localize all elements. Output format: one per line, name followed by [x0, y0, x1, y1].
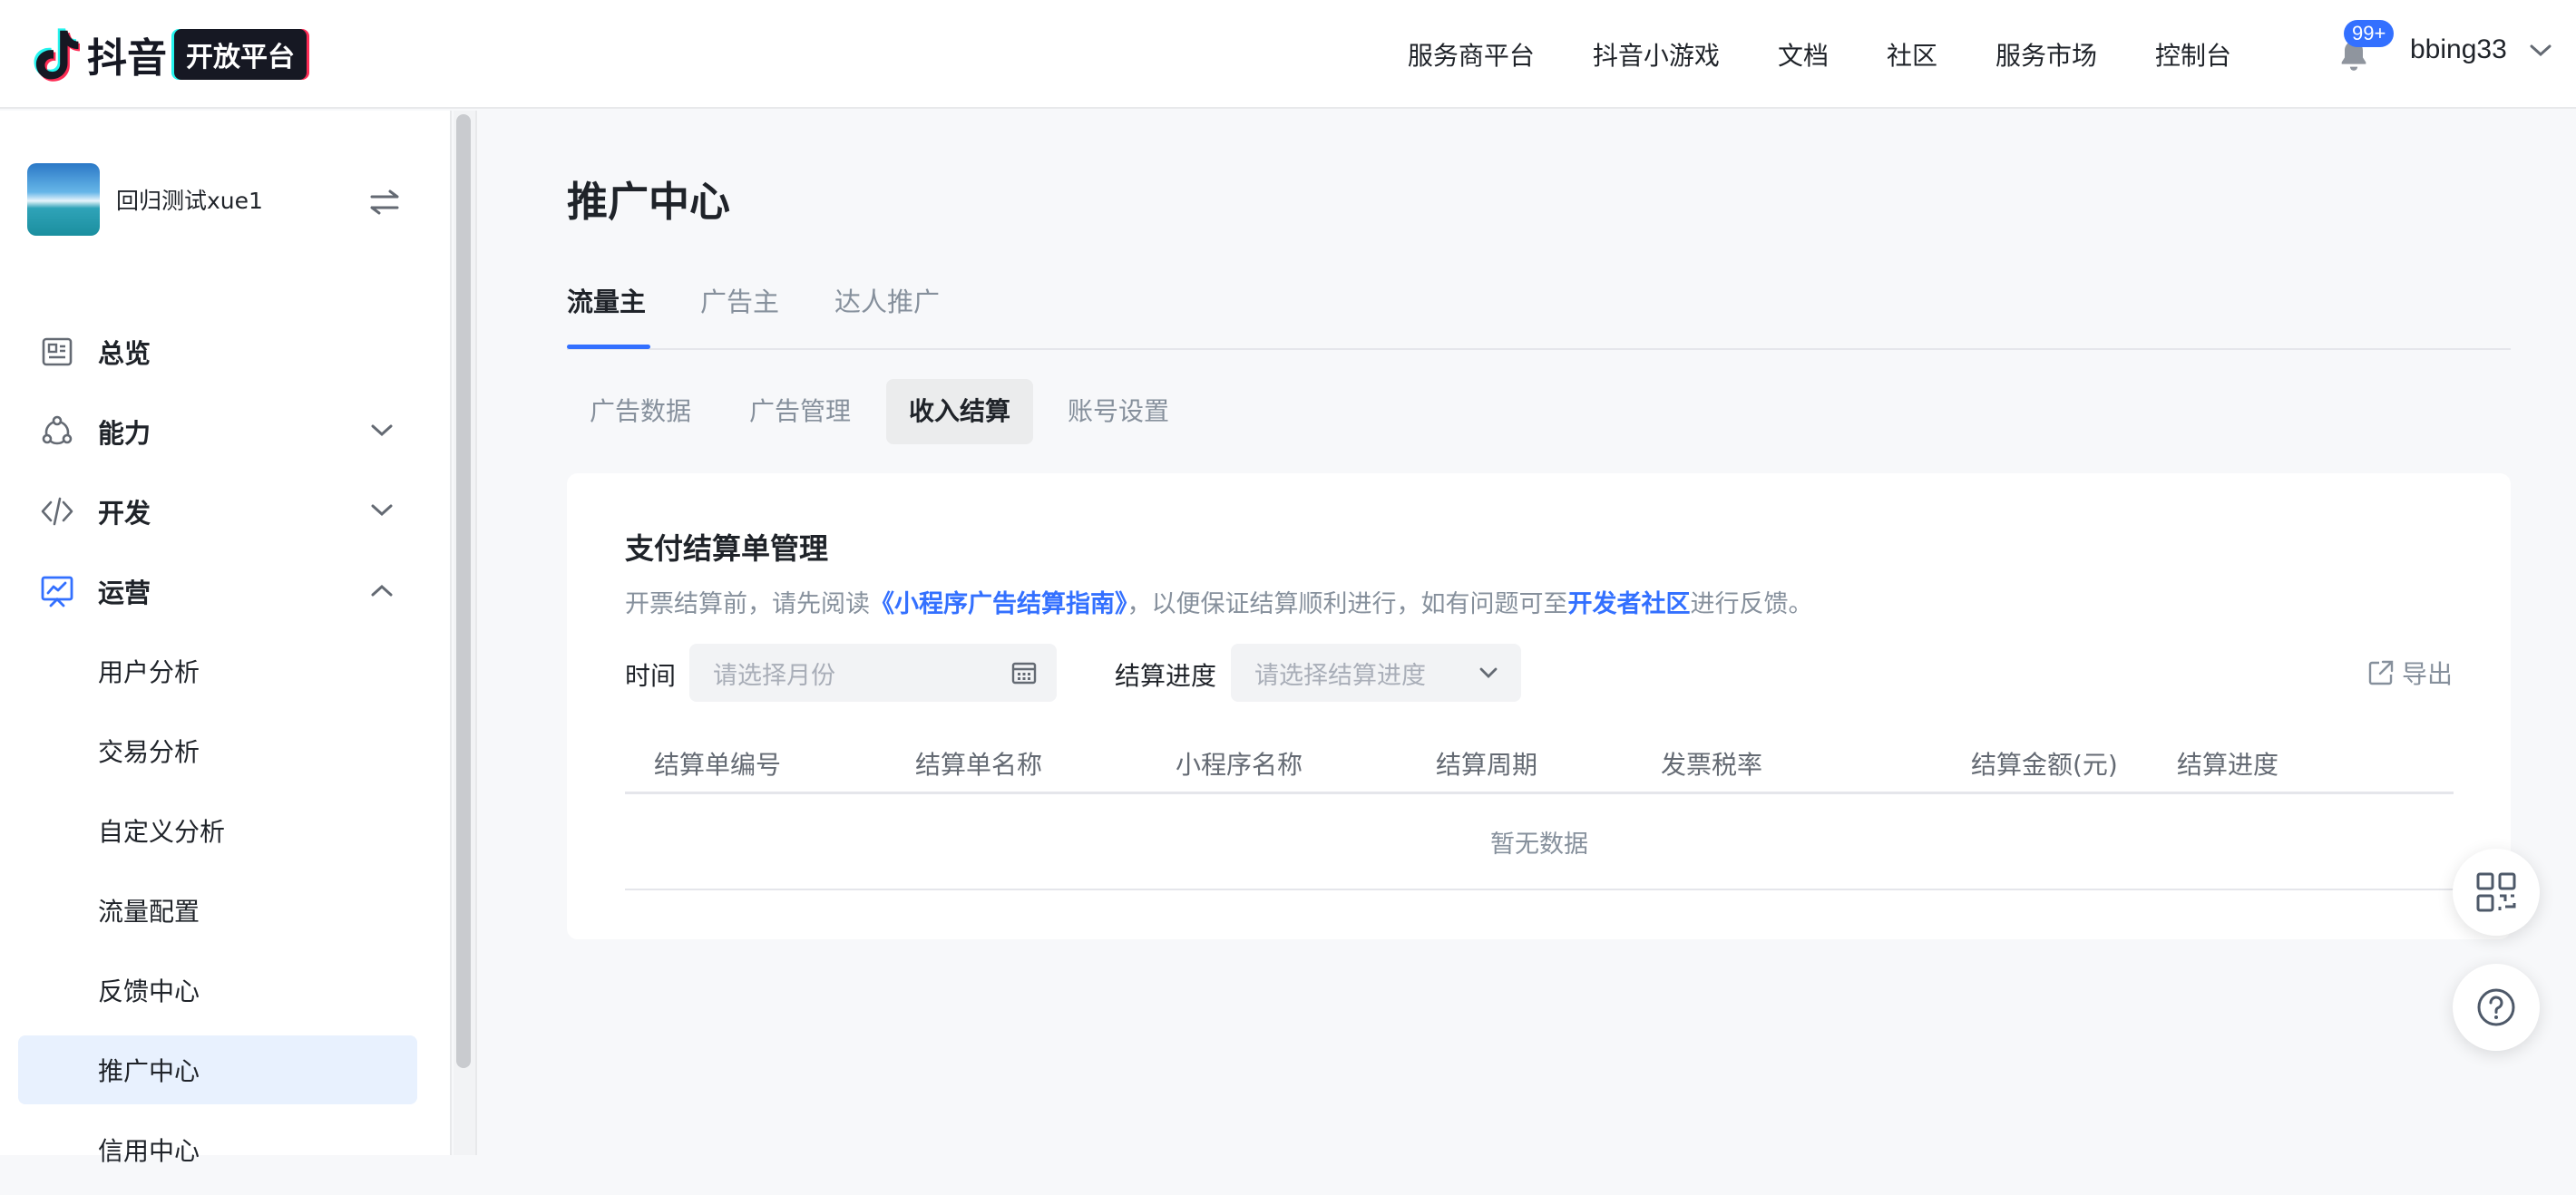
column-header: 发票税率 — [1661, 750, 1763, 780]
nav-service-market[interactable]: 服务市场 — [1995, 36, 2097, 73]
settlement-table: 结算单编号 结算单名称 小程序名称 结算周期 发票税率 结算金额(元) 结算进度… — [625, 733, 2454, 890]
sidebar-item-custom-analysis[interactable]: 自定义分析 — [18, 796, 417, 865]
sidebar-item-label: 总览 — [98, 338, 151, 369]
developer-community-link[interactable]: 开发者社区 — [1568, 590, 1691, 618]
sidebar-item-develop[interactable]: 开发 — [18, 477, 417, 546]
capability-icon — [42, 415, 73, 445]
code-icon — [41, 497, 73, 526]
calendar-icon — [1011, 662, 1037, 685]
sidebar-item-label: 开发 — [98, 498, 151, 529]
card-description: 开票结算前，请先阅读《小程序广告结算指南》，以便保证结算顺利进行，如有问题可至开… — [625, 584, 1813, 619]
desc-suffix: 进行反馈。 — [1690, 590, 1813, 618]
month-picker-placeholder: 请选择月份 — [713, 661, 835, 690]
tab-traffic-owner[interactable]: 流量主 — [567, 281, 646, 319]
logo-text: 抖音 — [87, 35, 167, 82]
sidebar-item-label: 运营 — [98, 578, 151, 608]
sidebar-item-operation[interactable]: 运营 — [18, 557, 417, 626]
sidebar-item-promotion[interactable]: 推广中心 — [18, 1035, 417, 1104]
column-header: 结算进度 — [2177, 750, 2279, 780]
sidebar-item-feedback[interactable]: 反馈中心 — [18, 956, 417, 1025]
progress-select-placeholder: 请选择结算进度 — [1254, 661, 1426, 690]
nav-mini-games[interactable]: 抖音小游戏 — [1593, 36, 1720, 73]
subtab-ad-management[interactable]: 广告管理 — [727, 379, 873, 444]
page-title: 推广中心 — [567, 178, 731, 226]
desc-prefix: 开票结算前，请先阅读 — [625, 590, 870, 618]
sidebar-item-user-analysis[interactable]: 用户分析 — [18, 636, 417, 705]
column-header: 结算金额(元) — [1971, 750, 2118, 780]
column-header: 结算周期 — [1436, 750, 1538, 780]
sidebar-item-credit[interactable]: 信用中心 — [18, 1115, 417, 1184]
column-header: 结算单编号 — [654, 750, 782, 780]
sidebar-item-label: 能力 — [98, 418, 151, 449]
app-avatar — [27, 163, 100, 236]
active-tab-indicator — [567, 345, 650, 349]
progress-select[interactable]: 请选择结算进度 — [1231, 644, 1521, 702]
sidebar-item-overview[interactable]: 总览 — [18, 317, 417, 386]
sidebar-item-traffic-config[interactable]: 流量配置 — [18, 876, 417, 945]
switch-app-icon[interactable] — [366, 189, 403, 216]
qr-code-icon — [2476, 872, 2516, 912]
tab-influencer-promotion[interactable]: 达人推广 — [834, 281, 940, 319]
subtab-income-settlement[interactable]: 收入结算 — [886, 379, 1034, 444]
settlement-card: 支付结算单管理 开票结算前，请先阅读《小程序广告结算指南》，以便保证结算顺利进行… — [567, 473, 2511, 939]
nav-console[interactable]: 控制台 — [2155, 36, 2231, 73]
settlement-guide-link[interactable]: 《小程序广告结算指南》 — [870, 590, 1127, 618]
column-header: 结算单名称 — [915, 750, 1043, 780]
help-button[interactable] — [2453, 964, 2540, 1051]
chevron-up-icon — [371, 584, 393, 597]
app-selector[interactable]: 回归测试xue1 — [27, 163, 263, 236]
table-header: 结算单编号 结算单名称 小程序名称 结算周期 发票税率 结算金额(元) 结算进度 — [625, 733, 2454, 794]
export-button[interactable]: 导出 — [2367, 655, 2453, 691]
nav-service-provider[interactable]: 服务商平台 — [1408, 36, 1535, 73]
desc-middle: ，以便保证结算顺利进行，如有问题可至 — [1127, 590, 1568, 618]
progress-filter-label: 结算进度 — [1115, 661, 1217, 691]
tab-advertiser[interactable]: 广告主 — [700, 281, 779, 319]
card-title: 支付结算单管理 — [625, 531, 829, 566]
time-filter-label: 时间 — [625, 661, 677, 691]
export-icon — [2368, 660, 2394, 685]
username[interactable]: bbing33 — [2410, 34, 2507, 65]
sidebar-menu: 总览 能力 开发 运营 用户分析 交易分析 自定义分析 流量配置 反馈中心 推广… — [18, 317, 417, 1195]
chevron-down-icon[interactable] — [2529, 44, 2552, 58]
top-header: 抖音 开放平台 服务商平台 抖音小游戏 文档 社区 服务市场 控制台 99+ b… — [0, 0, 2576, 109]
operation-icon — [41, 576, 73, 607]
logo-badge: 开放平台 — [174, 29, 307, 80]
help-icon — [2477, 988, 2515, 1026]
main-tabs: 流量主 广告主 达人推广 — [567, 281, 2511, 350]
app-name: 回归测试xue1 — [116, 188, 263, 214]
qr-code-button[interactable] — [2453, 849, 2540, 936]
douyin-logo[interactable]: 抖音 开放平台 — [27, 25, 307, 83]
nav-community[interactable]: 社区 — [1887, 36, 1937, 73]
top-nav: 服务商平台 抖音小游戏 文档 社区 服务市场 控制台 — [1350, 0, 2231, 109]
douyin-note-icon — [34, 28, 80, 82]
chevron-down-icon — [371, 424, 393, 437]
subtab-account-settings[interactable]: 账号设置 — [1045, 379, 1192, 444]
chevron-down-icon — [1479, 667, 1498, 678]
chevron-down-icon — [371, 504, 393, 517]
sidebar-item-capability[interactable]: 能力 — [18, 397, 417, 466]
subtab-ad-data[interactable]: 广告数据 — [567, 379, 714, 444]
export-label: 导出 — [2401, 659, 2453, 689]
notification-badge: 99+ — [2344, 20, 2395, 47]
nav-docs[interactable]: 文档 — [1778, 36, 1829, 73]
sidebar-scrollbar[interactable] — [456, 114, 471, 1068]
month-picker[interactable]: 请选择月份 — [689, 644, 1057, 702]
sidebar-item-trade-analysis[interactable]: 交易分析 — [18, 716, 417, 785]
column-header: 小程序名称 — [1176, 750, 1303, 780]
empty-state: 暂无数据 — [625, 794, 2454, 890]
overview-icon — [42, 337, 73, 366]
